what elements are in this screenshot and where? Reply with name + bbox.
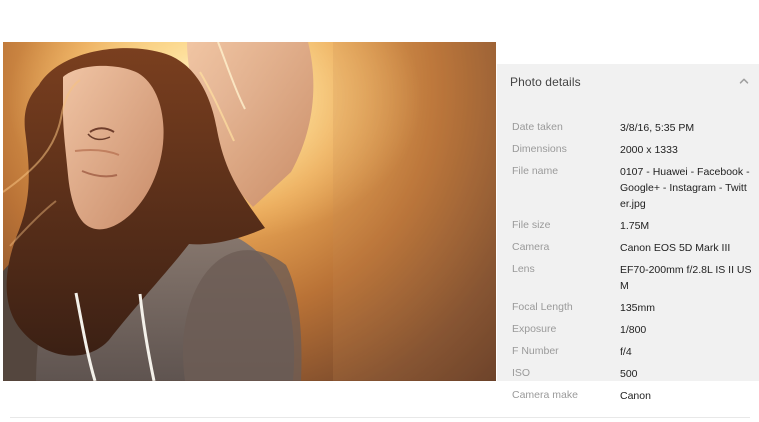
detail-label: Date taken <box>512 121 563 133</box>
detail-value: 3/8/16, 5:35 PM <box>620 122 695 134</box>
detail-value: f/4 <box>620 346 632 358</box>
detail-value: Canon EOS 5D Mark III <box>620 242 731 254</box>
detail-value: 0107 - Huawei - Facebook - Google+ - Ins… <box>620 166 750 210</box>
detail-value: 2000 x 1333 <box>620 144 678 156</box>
detail-row-file-size: File size 1.75M <box>512 219 752 234</box>
details-list: Date taken 3/8/16, 5:35 PM Dimensions 20… <box>512 121 752 411</box>
detail-label: File name <box>512 165 559 177</box>
detail-label: ISO <box>512 367 531 379</box>
detail-value: Canon <box>620 390 651 402</box>
detail-row-lens: Lens EF70-200mm f/2.8L IS II USM <box>512 263 752 294</box>
detail-label: Focal Length <box>512 301 573 313</box>
panel-title: Photo details <box>510 75 581 89</box>
detail-value: 1.75M <box>620 220 650 232</box>
detail-label: F Number <box>512 345 559 357</box>
detail-label: Lens <box>512 263 535 275</box>
detail-row-iso: ISO 500 <box>512 367 752 382</box>
detail-label: Camera make <box>512 389 578 401</box>
detail-value: 135mm <box>620 302 656 314</box>
detail-value: EF70-200mm f/2.8L IS II USM <box>620 264 752 292</box>
detail-value: 500 <box>620 368 638 380</box>
detail-label: Dimensions <box>512 143 567 155</box>
detail-row-exposure: Exposure 1/800 <box>512 323 752 338</box>
woman-portrait-image <box>3 42 496 381</box>
photo-details-panel: Photo details Date taken 3/8/16, 5:35 PM… <box>497 64 759 402</box>
detail-row-focal-length: Focal Length 135mm <box>512 301 752 316</box>
chevron-up-icon <box>738 74 750 92</box>
detail-row-file-name: File name 0107 - Huawei - Facebook - Goo… <box>512 165 752 212</box>
bottom-divider <box>10 417 750 418</box>
detail-value: 1/800 <box>620 324 647 336</box>
detail-label: File size <box>512 219 551 231</box>
detail-row-camera: Camera Canon EOS 5D Mark III <box>512 241 752 256</box>
detail-row-date-taken: Date taken 3/8/16, 5:35 PM <box>512 121 752 136</box>
collapse-button[interactable] <box>733 72 755 94</box>
detail-label: Exposure <box>512 323 557 335</box>
photo-image[interactable] <box>3 42 496 381</box>
detail-row-f-number: F Number f/4 <box>512 345 752 360</box>
detail-label: Camera <box>512 241 550 253</box>
detail-row-dimensions: Dimensions 2000 x 1333 <box>512 143 752 158</box>
detail-row-camera-make: Camera make Canon <box>512 389 752 404</box>
